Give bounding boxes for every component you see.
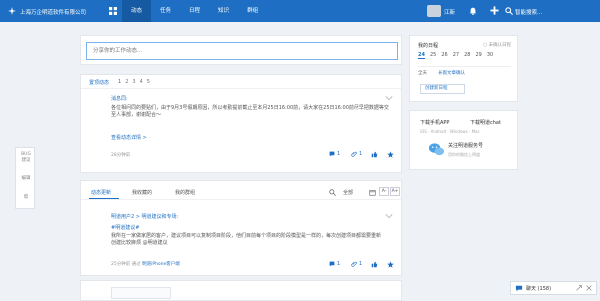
calendar-icon[interactable] [369,189,376,196]
pinned-feed-title: 置顶动态 [89,80,110,86]
page-number[interactable]: 4 [140,79,143,85]
post-timestamp: 25分钟前 通过 明道iPhone客户端 [111,261,180,267]
post-body: 各位相问同的要贴们，由于9月3号假期原因，所以考勤提前截止至本月25日16:00… [111,105,389,118]
reply-count: 1 [337,261,341,267]
nav-item-groups[interactable]: 群组 [238,0,267,22]
search-input[interactable]: 智能搜索... [515,8,542,16]
top-navigation-bar: 上海万企明道软件有限公司 动态 任务 日程 知识 群组 江新 智能搜索... [0,0,600,22]
share-input[interactable] [86,42,398,60]
tab-favorites[interactable]: 我收藏的 [132,189,152,196]
nav-item-tasks[interactable]: 任务 [151,0,180,22]
bell-icon[interactable] [469,7,477,15]
nav-item-feed[interactable]: 动态 [122,0,152,22]
company-name[interactable]: 上海万企明道软件有限公司 [20,8,86,16]
download-mobile-app-link[interactable]: 下载手机APP [420,119,449,126]
post-author[interactable]: 明道用户2 > 明道建议和专场: [111,213,178,220]
page-number[interactable]: 1 [118,79,121,85]
pinned-feed-card: 置顶动态 1 2 3 4 5 消息同: 各位相问同的要贴们，由于9月3号假期原因… [80,74,402,173]
user-name[interactable]: 江新 [444,8,455,16]
post-topic-tag[interactable]: #明道建议# [111,224,139,231]
search-icon[interactable] [505,7,513,15]
feedback-float-panel: BUG 建议 编辑 帮 [15,147,35,209]
reply-button[interactable]: 1 [329,151,340,157]
divider [418,66,511,67]
page-number[interactable]: 5 [147,79,150,85]
apps-grid-icon[interactable] [109,7,117,15]
main-nav: 动态 任务 日程 知识 群组 [122,0,267,22]
post-timestamp: 28分钟前 [111,153,131,158]
star-icon[interactable] [387,261,394,268]
nav-item-calendar[interactable]: 日程 [180,0,209,22]
via-label: 通过 [131,262,141,267]
attachment-count: 1 [359,151,363,157]
wechat-icon [428,143,445,156]
filter-dropdown[interactable]: 全部 [343,189,353,196]
feed-updates-card: 动态更新 我收藏的 我的群组 全部 A- A+ 明道用户2 > 明道建议和专场:… [80,180,402,276]
divider [81,88,401,89]
reply-button[interactable]: 1 [329,261,340,267]
create-schedule-button[interactable]: 创建新日程 [420,84,465,94]
follow-hint: 用你的微信上明道 [448,152,480,157]
comment-icon [329,151,335,157]
comment-icon [329,261,335,267]
schedule-day[interactable]: 29 [475,52,481,59]
unconfirmed-schedules-link[interactable]: ○ 未确认日程 [483,42,511,48]
paperclip-icon [351,261,357,267]
pinned-pagination: 1 2 3 4 5 [118,79,150,85]
attachment-count: 1 [359,261,363,267]
schedule-day-strip: 24 25 26 27 28 29 30 [418,52,493,59]
view-post-details-link[interactable]: 查看动态详情 > [111,134,147,141]
allday-label: 全天 [418,71,427,76]
chevron-down-icon[interactable] [385,213,393,219]
logo-icon[interactable] [8,7,16,15]
attachment-button[interactable]: 1 [351,261,362,267]
plus-icon[interactable] [490,6,499,15]
expand-icon[interactable] [576,285,582,291]
platform-list: iOS · Android · Windows · Mac [420,129,480,134]
schedule-day[interactable]: 24 [418,52,425,59]
chat-icon [515,285,523,292]
thumbs-up-icon[interactable] [371,261,378,268]
schedule-day[interactable]: 30 [487,52,493,59]
schedule-day[interactable]: 26 [441,52,447,59]
star-icon[interactable] [387,151,394,158]
schedule-event[interactable]: 长假文章确认 [438,70,465,76]
chat-bar[interactable]: 聊天 (158) [510,281,597,295]
nav-item-knowledge[interactable]: 知识 [209,0,238,22]
schedule-day[interactable]: 28 [464,52,470,59]
post-body: 我所在一家做家居的客户，建议项目可以复制项目阶段，他们目前每个项目的阶段模型是一… [111,233,382,246]
download-widget: 下载手机APP 下载明道chat iOS · Android · Windows… [409,110,518,170]
search-icon[interactable] [329,189,336,196]
chevron-down-icon[interactable] [385,95,393,101]
tab-my-groups[interactable]: 我的群组 [175,189,195,196]
paperclip-icon [351,151,357,157]
bug-report-button[interactable]: BUG 建议 [16,152,36,164]
download-chat-link[interactable]: 下载明道chat [470,119,501,126]
divider [81,199,401,200]
page-number[interactable]: 2 [125,79,128,85]
schedule-widget: 我的日程 ○ 未确认日程 24 25 26 27 28 29 30 全天 长假文… [409,35,518,102]
post-time: 25分钟前 [111,262,131,267]
avatar[interactable] [427,5,441,17]
font-increase-button[interactable]: A+ [390,187,400,196]
follow-service-account[interactable]: 关注明道服务号 [448,142,483,149]
tab-updates[interactable]: 动态更新 [91,189,111,196]
post-author[interactable]: 消息同: [111,95,128,102]
thumbs-up-icon[interactable] [371,151,378,158]
close-icon[interactable] [586,285,592,291]
reply-count: 1 [337,151,341,157]
attachment-button[interactable]: 1 [351,151,362,157]
next-feed-card [80,280,402,301]
schedule-day[interactable]: 27 [453,52,459,59]
edit-button[interactable]: 编辑 [16,176,36,182]
comment-input[interactable] [111,287,171,299]
page-number[interactable]: 3 [132,79,135,85]
schedule-day[interactable]: 25 [430,52,436,59]
help-button[interactable]: 帮 [16,195,36,201]
client-link[interactable]: 明道iPhone客户端 [142,262,180,267]
post-composer [80,35,402,65]
font-decrease-button[interactable]: A- [379,187,389,196]
chat-label: 聊天 (158) [526,286,552,292]
schedule-title: 我的日程 [418,43,439,49]
